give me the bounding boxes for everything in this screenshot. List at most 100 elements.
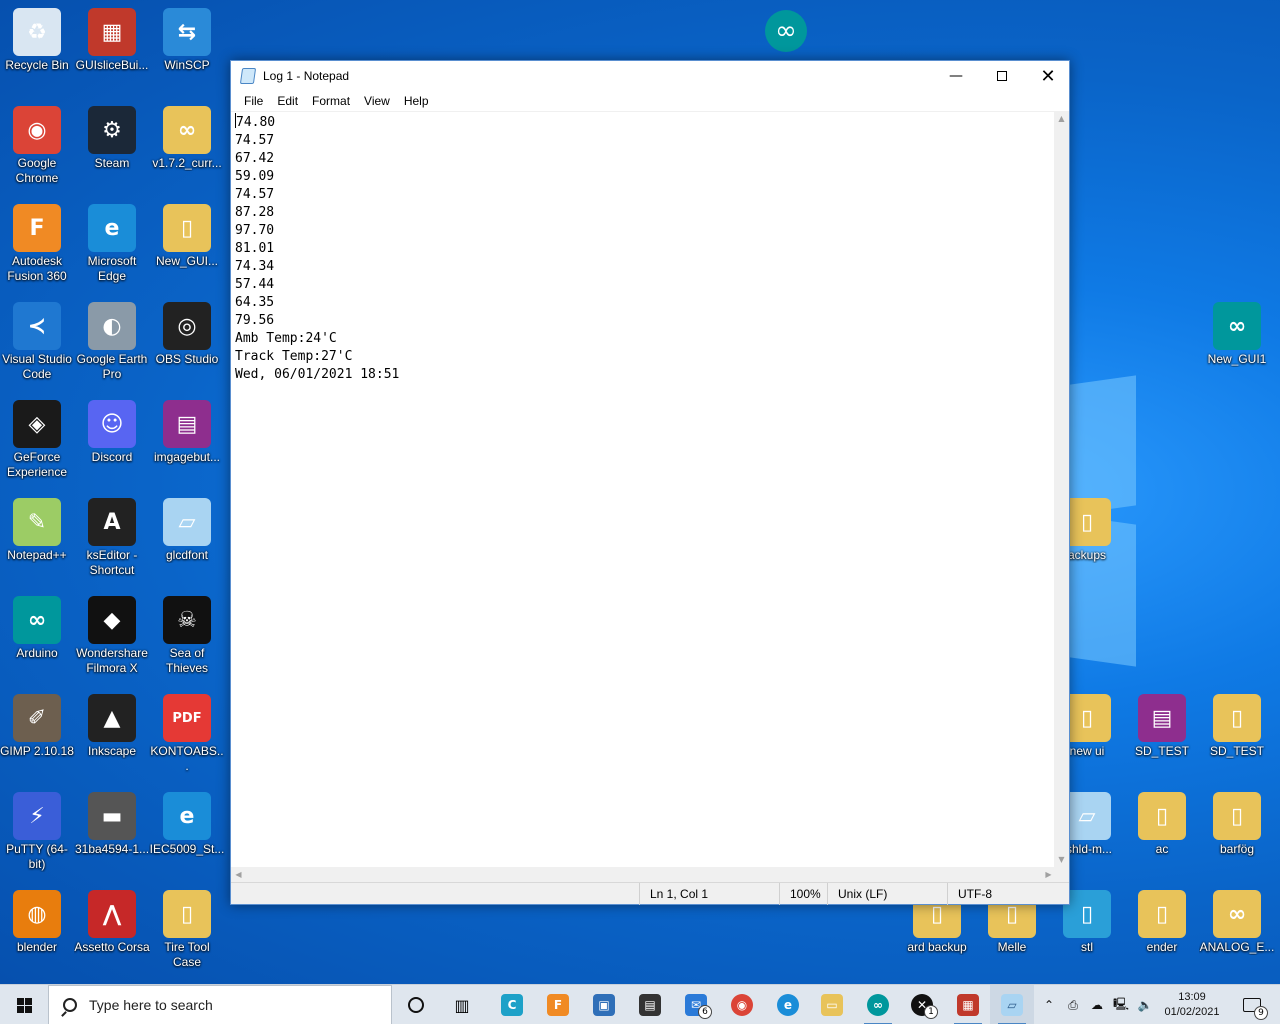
menu-bar: File Edit Format View Help xyxy=(231,91,1069,111)
editor-line-text: 74.57 xyxy=(235,133,275,148)
menu-format[interactable]: Format xyxy=(305,94,357,108)
desktop-icon[interactable]: e Microsoft Edge xyxy=(75,200,149,296)
desktop-icon-label: Microsoft Edge xyxy=(87,254,137,283)
tray-meet-now[interactable]: ⎙ xyxy=(1062,985,1084,1024)
menu-file[interactable]: File xyxy=(237,94,270,108)
desktop-icon[interactable]: PDF KONTOABS... xyxy=(150,690,224,786)
maximize-button[interactable] xyxy=(979,61,1025,91)
search-icon xyxy=(63,998,77,1012)
search-input[interactable] xyxy=(89,997,379,1013)
desktop-icon-label: SD_TEST xyxy=(1134,744,1189,758)
taskbar-app-store[interactable]: ▤ xyxy=(628,985,672,1024)
menu-edit[interactable]: Edit xyxy=(270,94,305,108)
taskbar-app-edge[interactable]: e xyxy=(766,985,810,1024)
cortana-button[interactable] xyxy=(394,985,438,1024)
taskbar-app-arduino[interactable]: ∞ xyxy=(856,985,900,1024)
inkscape-icon: ▲ xyxy=(88,694,136,742)
taskbar-app-notepad[interactable]: ▱ xyxy=(990,985,1034,1024)
taskbar-app-guislice[interactable]: ▦ xyxy=(946,985,990,1024)
desktop-icon[interactable]: ⇆ WinSCP xyxy=(150,4,224,100)
desktop-icon-label: New_GUI... xyxy=(155,254,218,268)
desktop-icon[interactable]: ▯ ender xyxy=(1125,886,1199,982)
start-button[interactable] xyxy=(0,985,48,1024)
taskbar-app-window[interactable]: ▣ xyxy=(582,985,626,1024)
taskbar-app-xbox[interactable]: ✕ 1 xyxy=(900,985,944,1024)
desktop-icon[interactable]: ▯ SD_TEST xyxy=(1200,690,1274,786)
gimp-icon: ✐ xyxy=(13,694,61,742)
task-view-button[interactable]: ▥ xyxy=(440,985,484,1024)
desktop-icon[interactable]: ☺ Discord xyxy=(75,396,149,492)
desktop-icon[interactable]: ✎ Notepad++ xyxy=(0,494,74,590)
taskbar-clock[interactable]: 13:09 01/02/2021 xyxy=(1160,985,1224,1024)
notepad-file-icon: ▱ xyxy=(1063,792,1111,840)
desktop-icon[interactable]: ∞ v1.7.2_curr... xyxy=(150,102,224,198)
arduino-ide-window-icon[interactable]: ∞ xyxy=(765,10,807,52)
taskbar-app-arduino-alt[interactable]: C xyxy=(490,985,534,1024)
desktop-icon[interactable]: ◍ blender xyxy=(0,886,74,982)
desktop-icon[interactable]: ≺ Visual Studio Code xyxy=(0,298,74,394)
desktop-icon-label: v1.7.2_curr... xyxy=(152,156,222,170)
desktop-icon[interactable]: ∞ New_GUI1 xyxy=(1200,298,1274,394)
notepad-app-icon[interactable] xyxy=(239,68,257,84)
tray-volume[interactable]: 🔈 xyxy=(1134,985,1156,1024)
horizontal-scrollbar[interactable]: ◀ ▶ xyxy=(231,867,1056,882)
desktop-icon[interactable]: ✐ GIMP 2.10.18 xyxy=(0,690,74,786)
minimize-button[interactable]: — xyxy=(933,61,979,91)
desktop-icon[interactable]: ◎ OBS Studio xyxy=(150,298,224,394)
status-zoom: 100% xyxy=(779,883,829,905)
desktop-icon[interactable]: ◉ Google Chrome xyxy=(0,102,74,198)
desktop-icon-label: Recycle Bin xyxy=(5,58,69,72)
taskbar: ▥ C F ▣ ▤ ✉6 ◉ e ▭ ∞ ✕1 ▦ ▱ ⌃ ⎙ ☁ 🖳 🔈 13… xyxy=(0,984,1280,1024)
menu-help[interactable]: Help xyxy=(397,94,436,108)
notification-badge: 9 xyxy=(1254,1006,1268,1020)
desktop-icon[interactable]: AksEditor - Shortcut xyxy=(75,494,149,590)
desktop-icon[interactable]: ◆ Wondershare Filmora X xyxy=(75,592,149,688)
desktop-icon[interactable]: ▤ imgagebut... xyxy=(150,396,224,492)
taskbar-app-explorer[interactable]: ▭ xyxy=(810,985,854,1024)
notification-center-button[interactable]: 9 xyxy=(1232,985,1272,1024)
taskbar-app-chrome[interactable]: ◉ xyxy=(720,985,764,1024)
editor-line: 74.57 xyxy=(235,186,1052,204)
desktop-icon[interactable]: e IEC5009_St... xyxy=(150,788,224,884)
desktop-icon[interactable]: ▬ 31ba4594-1... xyxy=(75,788,149,884)
desktop-icon[interactable]: ☠ Sea of Thieves xyxy=(150,592,224,688)
desktop-icon[interactable]: ▱ glcdfont xyxy=(150,494,224,590)
desktop-icon[interactable]: ⚙ Steam xyxy=(75,102,149,198)
tray-onedrive[interactable]: ☁ xyxy=(1086,985,1108,1024)
desktop-icon[interactable]: ◈ GeForce Experience xyxy=(0,396,74,492)
editor-line: 81.01 xyxy=(235,240,1052,258)
text-editor[interactable]: 74.80 74.57 67.42 59.09 74.57 87.28 97.70 81.01… xyxy=(231,111,1056,867)
desktop-icon-label: GIMP 2.10.18 xyxy=(0,744,74,758)
scroll-down-icon[interactable]: ▼ xyxy=(1054,852,1069,867)
desktop-icon[interactable]: ∞ ANALOG_E... xyxy=(1200,886,1274,982)
desktop-icon[interactable]: ∞ Arduino xyxy=(0,592,74,688)
scroll-left-icon[interactable]: ◀ xyxy=(231,867,246,882)
chrome-icon: ◉ xyxy=(13,106,61,154)
desktop-icon-label: Melle xyxy=(997,940,1027,954)
desktop-icon[interactable]: ◐ Google Earth Pro xyxy=(75,298,149,394)
desktop-icon[interactable]: ♻ Recycle Bin xyxy=(0,4,74,100)
image-file-icon: ▬ xyxy=(88,792,136,840)
show-hidden-icons-button[interactable]: ⌃ xyxy=(1040,985,1058,1024)
tray-network[interactable]: 🖳 xyxy=(1110,985,1132,1024)
close-button[interactable]: ✕ xyxy=(1025,61,1071,91)
desktop-icon[interactable]: ▯ New_GUI... xyxy=(150,200,224,296)
taskbar-app-fusion360[interactable]: F xyxy=(536,985,580,1024)
desktop-icon[interactable]: ⚡ PuTTY (64-bit) xyxy=(0,788,74,884)
steam-icon: ⚙ xyxy=(88,106,136,154)
menu-view[interactable]: View xyxy=(357,94,397,108)
taskbar-app-mail[interactable]: ✉ 6 xyxy=(674,985,718,1024)
taskbar-search[interactable] xyxy=(48,985,392,1024)
vertical-scrollbar[interactable]: ▲ ▼ xyxy=(1054,111,1069,867)
desktop-icon-label: SD_TEST xyxy=(1209,744,1264,758)
desktop-icon[interactable]: ▤ SD_TEST xyxy=(1125,690,1199,786)
desktop-icon[interactable]: ▲ Inkscape xyxy=(75,690,149,786)
scroll-up-icon[interactable]: ▲ xyxy=(1054,111,1069,126)
title-bar[interactable]: Log 1 - Notepad — ✕ xyxy=(231,61,1069,91)
desktop-icon[interactable]: ▯ ac xyxy=(1125,788,1199,884)
desktop-icon[interactable]: ▯ Tire Tool Case xyxy=(150,886,224,982)
desktop-icon[interactable]: ▯ barfög xyxy=(1200,788,1274,884)
desktop-icon[interactable]: F Autodesk Fusion 360 xyxy=(0,200,74,296)
desktop-icon[interactable]: ▦ GUIsliceBui... xyxy=(75,4,149,100)
desktop-icon[interactable]: ⋀ Assetto Corsa xyxy=(74,886,150,982)
